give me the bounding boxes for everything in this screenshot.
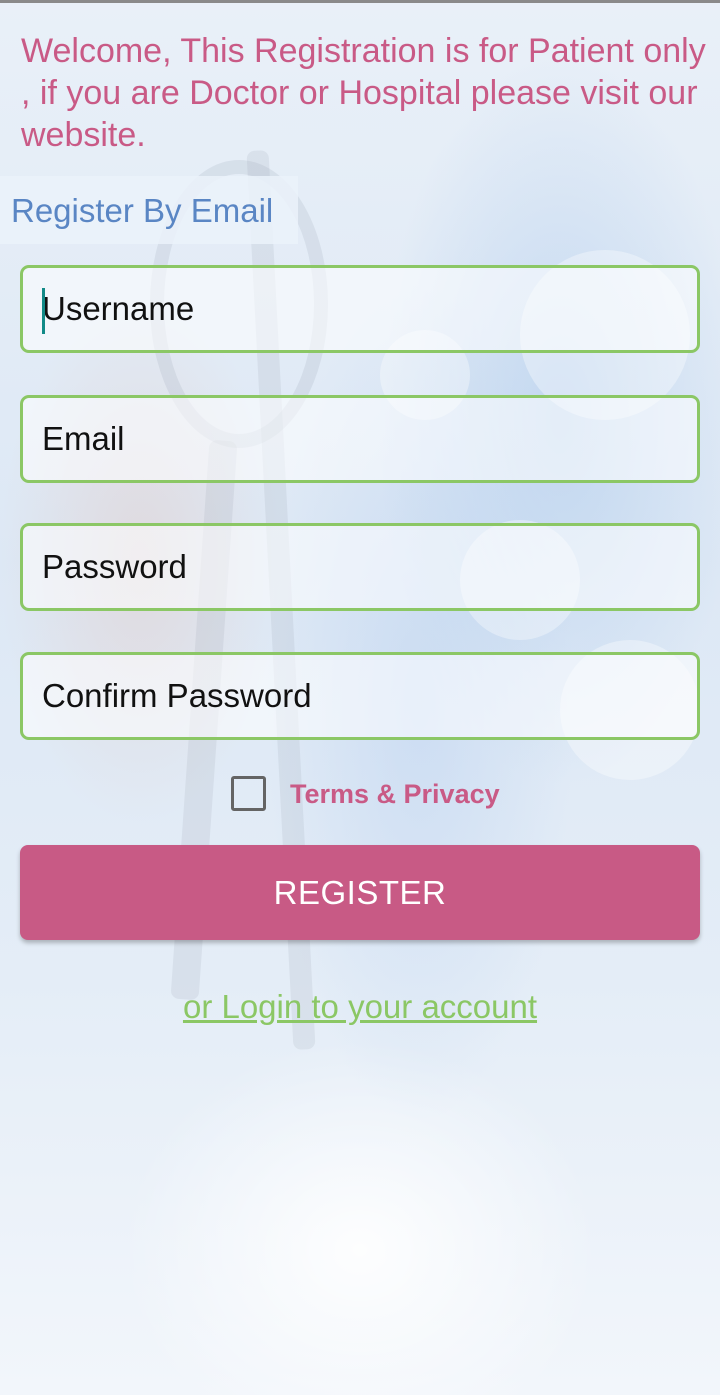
- email-input[interactable]: [23, 398, 697, 480]
- confirm-password-field[interactable]: [20, 652, 700, 740]
- welcome-message: Welcome, This Registration is for Patien…: [21, 32, 706, 154]
- text-cursor: [42, 288, 45, 334]
- terms-checkbox[interactable]: [231, 776, 266, 811]
- status-divider: [0, 0, 720, 3]
- terms-privacy-label[interactable]: Terms & Privacy: [290, 779, 500, 810]
- section-header: Register By Email: [0, 176, 298, 244]
- register-button[interactable]: REGISTER: [20, 845, 700, 940]
- password-field[interactable]: [20, 523, 700, 611]
- username-input[interactable]: [23, 268, 697, 350]
- confirm-password-input[interactable]: [23, 655, 697, 737]
- register-by-email-title: Register By Email: [11, 192, 274, 229]
- password-input[interactable]: [23, 526, 697, 608]
- username-field[interactable]: [20, 265, 700, 353]
- email-field[interactable]: [20, 395, 700, 483]
- login-link[interactable]: or Login to your account: [0, 988, 720, 1026]
